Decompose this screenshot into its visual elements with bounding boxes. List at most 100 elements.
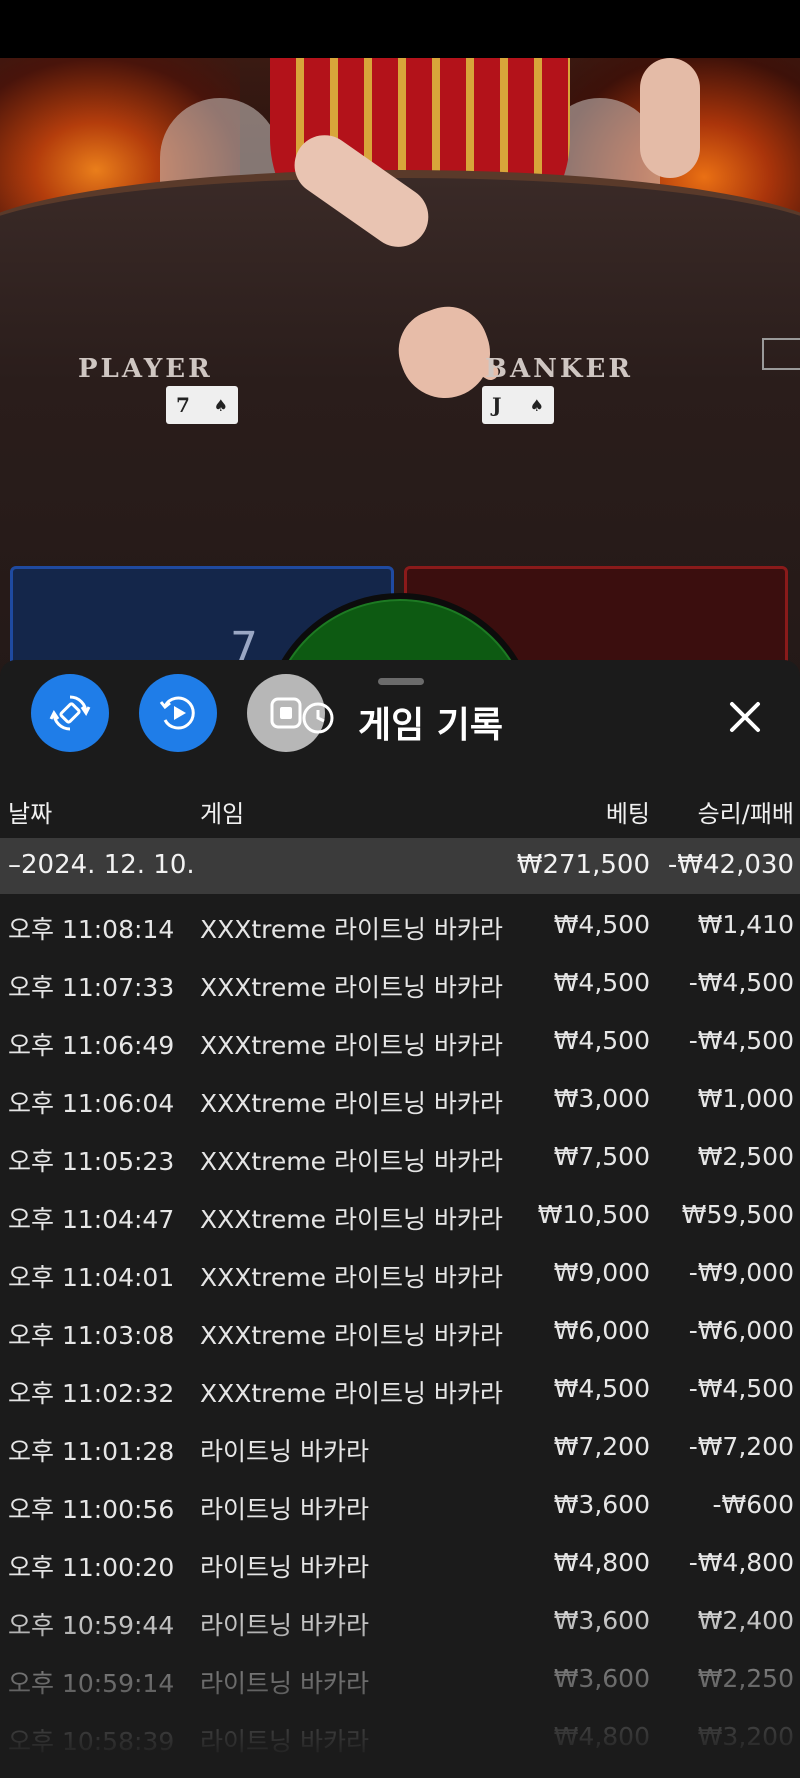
row-time: 오후 11:01:28 bbox=[8, 1437, 175, 1466]
row-bet: ₩4,500 bbox=[553, 910, 650, 939]
history-row[interactable]: 오후 11:06:04 XXXtreme 라이트닝 바카라 ₩3,000 ₩1,000 bbox=[0, 1072, 800, 1130]
row-result: ₩1,000 bbox=[697, 1084, 794, 1113]
history-row[interactable]: 오후 11:02:32 XXXtreme 라이트닝 바카라 ₩4,500 -₩4,50… bbox=[0, 1362, 800, 1420]
row-result: ₩2,250 bbox=[697, 1664, 794, 1693]
column-headers: 날짜 게임 베팅 승리/패배 bbox=[0, 794, 800, 834]
history-list: 오후 11:08:14 XXXtreme 라이트닝 바카라 ₩4,500 ₩1,410… bbox=[0, 898, 800, 1768]
row-game: 라이트닝 바카라 bbox=[200, 1727, 369, 1756]
dealer-arm bbox=[640, 58, 700, 178]
row-game: XXXtreme 라이트닝 바카라 bbox=[200, 915, 503, 944]
date-group-row[interactable]: –2024. 12. 10. ₩271,500 -₩42,030 bbox=[0, 838, 800, 894]
row-result: -₩600 bbox=[712, 1490, 794, 1519]
close-button[interactable] bbox=[722, 694, 768, 740]
history-row[interactable]: 오후 11:01:28 라이트닝 바카라 ₩7,200 -₩7,200 bbox=[0, 1420, 800, 1478]
row-result: ₩1,410 bbox=[697, 910, 794, 939]
row-game: 라이트닝 바카라 bbox=[200, 1669, 369, 1698]
row-time: 오후 11:04:01 bbox=[8, 1263, 175, 1292]
row-bet: ₩7,200 bbox=[553, 1432, 650, 1461]
history-row[interactable]: 오후 11:00:56 라이트닝 바카라 ₩3,600 -₩600 bbox=[0, 1478, 800, 1536]
row-bet: ₩3,600 bbox=[553, 1606, 650, 1635]
row-time: 오후 11:00:20 bbox=[8, 1553, 175, 1582]
date-group-date: –2024. 12. 10. bbox=[8, 850, 195, 880]
sheet-title: 게임 기록 bbox=[358, 705, 504, 746]
row-result: -₩4,800 bbox=[688, 1548, 794, 1577]
history-row[interactable]: 오후 11:08:14 XXXtreme 라이트닝 바카라 ₩4,500 ₩1,410 bbox=[0, 898, 800, 956]
row-bet: ₩6,000 bbox=[553, 1316, 650, 1345]
history-row[interactable]: 오후 11:00:20 라이트닝 바카라 ₩4,800 -₩4,800 bbox=[0, 1536, 800, 1594]
spade-icon: ♠ bbox=[529, 395, 544, 415]
history-row[interactable]: 오후 10:59:44 라이트닝 바카라 ₩3,600 ₩2,400 bbox=[0, 1594, 800, 1652]
player-card: 7 ♠ bbox=[166, 386, 238, 424]
row-bet: ₩4,500 bbox=[553, 1374, 650, 1403]
banker-label: BANKER bbox=[485, 354, 633, 384]
row-result: -₩4,500 bbox=[688, 968, 794, 997]
row-time: 오후 11:04:47 bbox=[8, 1205, 175, 1234]
history-row[interactable]: 오후 11:04:01 XXXtreme 라이트닝 바카라 ₩9,000 -₩9,00… bbox=[0, 1246, 800, 1304]
card-rank: J bbox=[492, 393, 502, 417]
row-game: 라이트닝 바카라 bbox=[200, 1611, 369, 1640]
row-bet: ₩4,800 bbox=[553, 1722, 650, 1751]
row-game: XXXtreme 라이트닝 바카라 bbox=[200, 1321, 503, 1350]
row-time: 오후 11:06:04 bbox=[8, 1089, 175, 1118]
column-bet: 베팅 bbox=[605, 800, 650, 828]
row-bet: ₩4,800 bbox=[553, 1548, 650, 1577]
row-game: XXXtreme 라이트닝 바카라 bbox=[200, 973, 503, 1002]
player-label: PLAYER bbox=[78, 354, 213, 384]
row-result: ₩3,200 bbox=[697, 1722, 794, 1751]
row-bet: ₩3,600 bbox=[553, 1664, 650, 1693]
row-game: 라이트닝 바카라 bbox=[200, 1437, 369, 1466]
history-row[interactable]: 오후 11:05:23 XXXtreme 라이트닝 바카라 ₩7,500 ₩2,500 bbox=[0, 1130, 800, 1188]
row-time: 오후 11:02:32 bbox=[8, 1379, 175, 1408]
column-game: 게임 bbox=[200, 800, 245, 828]
banker-card: J ♠ bbox=[482, 386, 554, 424]
row-result: ₩59,500 bbox=[681, 1200, 794, 1229]
row-result: -₩4,500 bbox=[688, 1374, 794, 1403]
date-group-total-result: -₩42,030 bbox=[667, 850, 794, 880]
row-bet: ₩4,500 bbox=[553, 968, 650, 997]
date-group-total-bet: ₩271,500 bbox=[516, 850, 650, 880]
sheet-drag-handle[interactable] bbox=[378, 678, 424, 685]
history-row[interactable]: 오후 11:04:47 XXXtreme 라이트닝 바카라 ₩10,500 ₩59,5… bbox=[0, 1188, 800, 1246]
row-result: ₩2,500 bbox=[697, 1142, 794, 1171]
row-bet: ₩3,000 bbox=[553, 1084, 650, 1113]
row-time: 오후 11:07:33 bbox=[8, 973, 175, 1002]
row-time: 오후 10:59:14 bbox=[8, 1669, 175, 1698]
column-result: 승리/패배 bbox=[697, 800, 794, 828]
replay-button[interactable] bbox=[139, 674, 217, 752]
row-result: -₩6,000 bbox=[688, 1316, 794, 1345]
history-icon bbox=[302, 702, 334, 734]
replay-icon bbox=[159, 696, 195, 730]
column-date: 날짜 bbox=[8, 800, 53, 828]
row-time: 오후 11:08:14 bbox=[8, 915, 175, 944]
row-result: ₩2,400 bbox=[697, 1606, 794, 1635]
row-bet: ₩4,500 bbox=[553, 1026, 650, 1055]
row-time: 오후 10:58:39 bbox=[8, 1727, 175, 1756]
card-rank: 7 bbox=[176, 393, 190, 417]
row-game: XXXtreme 라이트닝 바카라 bbox=[200, 1379, 503, 1408]
row-bet: ₩3,600 bbox=[553, 1490, 650, 1519]
row-time: 오후 11:05:23 bbox=[8, 1147, 175, 1176]
rotate-device-button[interactable] bbox=[31, 674, 109, 752]
spade-icon: ♠ bbox=[213, 395, 228, 415]
row-result: -₩7,200 bbox=[688, 1432, 794, 1461]
history-row[interactable]: 오후 10:58:39 라이트닝 바카라 ₩4,800 ₩3,200 bbox=[0, 1710, 800, 1768]
history-row[interactable]: 오후 11:03:08 XXXtreme 라이트닝 바카라 ₩6,000 -₩6,00… bbox=[0, 1304, 800, 1362]
row-game: XXXtreme 라이트닝 바카라 bbox=[200, 1089, 503, 1118]
history-row[interactable]: 오후 10:59:14 라이트닝 바카라 ₩3,600 ₩2,250 bbox=[0, 1652, 800, 1710]
row-bet: ₩10,500 bbox=[537, 1200, 650, 1229]
history-row[interactable]: 오후 11:07:33 XXXtreme 라이트닝 바카라 ₩4,500 -₩4,50… bbox=[0, 956, 800, 1014]
row-game: 라이트닝 바카라 bbox=[200, 1553, 369, 1582]
row-result: -₩9,000 bbox=[688, 1258, 794, 1287]
row-time: 오후 10:59:44 bbox=[8, 1611, 175, 1640]
history-row[interactable]: 오후 11:06:49 XXXtreme 라이트닝 바카라 ₩4,500 -₩4,50… bbox=[0, 1014, 800, 1072]
row-time: 오후 11:03:08 bbox=[8, 1321, 175, 1350]
close-icon bbox=[730, 702, 760, 732]
rotate-device-icon bbox=[49, 695, 91, 731]
live-video-stream: PLAYER BANKER 7 ♠ J ♠ 7 bbox=[0, 58, 800, 678]
row-time: 오후 11:06:49 bbox=[8, 1031, 175, 1060]
card-shoe bbox=[762, 338, 800, 370]
row-result: -₩4,500 bbox=[688, 1026, 794, 1055]
row-game: XXXtreme 라이트닝 바카라 bbox=[200, 1205, 503, 1234]
row-game: XXXtreme 라이트닝 바카라 bbox=[200, 1031, 503, 1060]
row-time: 오후 11:00:56 bbox=[8, 1495, 175, 1524]
